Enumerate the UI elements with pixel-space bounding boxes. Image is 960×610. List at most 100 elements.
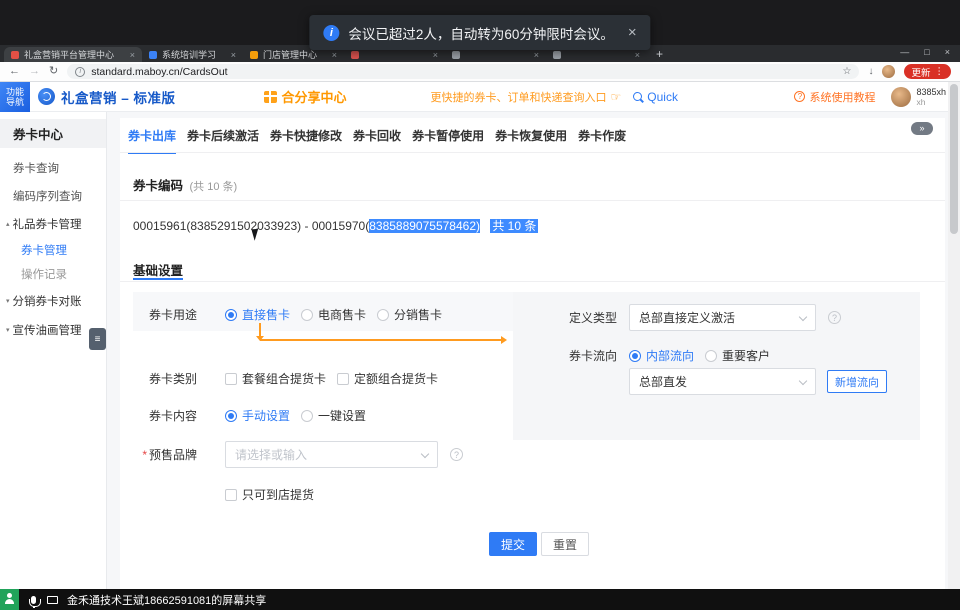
tab-close-icon[interactable]: × [130,50,135,60]
radio-icon[interactable] [301,410,313,422]
define-type-select[interactable]: 总部直接定义激活 [629,304,816,331]
tab-card-out[interactable]: 券卡出库 [128,127,176,154]
share-center-link[interactable]: 合分享中心 [264,87,347,106]
reset-button[interactable]: 重置 [541,532,589,556]
tab-favicon [149,51,157,59]
tab-close-icon[interactable]: × [332,50,337,60]
radio-important-customer[interactable]: 重要客户 [705,347,770,364]
radio-internal-flow[interactable]: 内部流向 [629,347,694,364]
sidebar-group-gift-card-mgmt[interactable]: ▴ 礼品券卡管理 [0,210,106,238]
sidebar-item-code-seq-query[interactable]: 编码序列查询 [0,182,106,210]
sidebar-item-card-query[interactable]: 券卡查询 [0,154,106,182]
brand-label: *预售品牌 [138,446,197,463]
help-icon[interactable]: ? [828,311,841,324]
tab-favicon [452,51,460,59]
submit-button[interactable]: 提交 [489,532,537,556]
checkbox-icon[interactable] [337,373,349,385]
category-row: 券卡类别 套餐组合提货卡 定额组合提货卡 [145,370,449,387]
tab-resume[interactable]: 券卡恢复使用 [495,127,567,154]
new-tab-button[interactable]: + [656,47,663,62]
content-card: 券卡出库 券卡后续激活 券卡快捷修改 券卡回收 券卡暂停使用 券卡恢复使用 券卡… [120,118,945,589]
flow-target-select[interactable]: 总部直发 [629,368,816,395]
download-icon[interactable]: ↓ [868,66,873,77]
checkbox-icon[interactable] [225,489,237,501]
code-count-badge: 共 10 条 [490,219,538,233]
option-label: 定额组合提货卡 [354,370,438,387]
minimize-icon[interactable]: — [900,47,909,57]
radio-icon[interactable] [301,309,313,321]
tab-favicon [553,51,561,59]
tab-quick-modify[interactable]: 券卡快捷修改 [270,127,342,154]
add-flow-button[interactable]: 新增流向 [827,370,887,393]
tab-title: 礼盒营销平台管理中心 [24,48,126,61]
promo-entry-link[interactable]: 更快捷的券卡、订单和快递查询入口 ☞ [431,89,622,105]
brand-row: *预售品牌 请选择或输入 ? [138,441,463,468]
option-label: 直接售卡 [242,306,290,323]
tab-close-icon[interactable]: × [433,50,438,60]
card-code-range: 00015961(8385291502033923) - 00015970(83… [133,217,538,234]
window-close-icon[interactable]: × [945,47,950,57]
browser-tab-1[interactable]: 礼盒营销平台管理中心 × [4,47,142,62]
option-label: 只可到店提货 [242,486,314,503]
microphone-icon[interactable] [31,596,36,604]
tab-void[interactable]: 券卡作废 [578,127,626,154]
browser-update-button[interactable]: 更新 ⋮ [904,64,951,79]
tab-recycle[interactable]: 券卡回收 [353,127,401,154]
sidebar-item-card-manage[interactable]: 券卡管理 [0,238,106,262]
browser-profile-avatar[interactable] [882,65,895,78]
toast-close-icon[interactable]: × [628,24,637,41]
bookmark-star-icon[interactable]: ☆ [843,66,852,77]
sidebar-group-label: 宣传油画管理 [13,322,82,338]
option-label: 套餐组合提货卡 [242,370,326,387]
radio-icon[interactable] [377,309,389,321]
checkbox-fixed-combo-pickup-card[interactable]: 定额组合提货卡 [337,370,438,387]
content-row: 券卡内容 手动设置 一键设置 [145,407,377,424]
radio-manual-set[interactable]: 手动设置 [225,407,290,424]
tab-favicon [11,51,19,59]
option-label: 分销售卡 [394,306,442,323]
app-logo-icon [38,88,55,105]
system-tutorial-link[interactable]: ? 系统使用教程 [794,89,875,105]
radio-icon[interactable] [629,350,641,362]
sidebar-group-distribution[interactable]: ▾ 分销券卡对账 [0,286,106,315]
scrollbar-thumb[interactable] [950,84,958,234]
presale-brand-select[interactable]: 请选择或输入 [225,441,438,468]
user-account[interactable]: 8385xh xh [891,87,946,107]
divider [120,281,945,282]
reload-icon[interactable]: ↻ [49,66,58,77]
flow-arrow-right-head [501,336,507,344]
help-icon[interactable]: ? [450,448,463,461]
window-controls: — □ × [900,47,950,57]
collapse-panel-button[interactable]: » [911,122,933,135]
user-sub: xh [916,97,946,107]
tab-close-icon[interactable]: × [231,50,236,60]
sidebar-group-label: 分销券卡对账 [13,293,82,309]
radio-direct-sale[interactable]: 直接售卡 [225,306,290,323]
radio-icon[interactable] [225,410,237,422]
browser-tab-2[interactable]: 系统培训学习 × [142,47,243,62]
flow-arrow-horizontal [260,339,501,341]
tab-suspend[interactable]: 券卡暂停使用 [412,127,484,154]
maximize-icon[interactable]: □ [924,47,929,57]
tab-followup-activate[interactable]: 券卡后续激活 [187,127,259,154]
radio-icon[interactable] [705,350,717,362]
question-circle-icon: ? [794,91,805,102]
function-nav-button[interactable]: 功能 导航 [0,82,30,112]
radio-icon[interactable] [225,309,237,321]
sidebar-item-op-record[interactable]: 操作记录 [0,262,106,286]
checkbox-combo-pickup-card[interactable]: 套餐组合提货卡 [225,370,326,387]
tab-close-icon[interactable]: × [534,50,539,60]
forward-icon[interactable]: → [29,66,40,77]
site-info-icon[interactable]: i [75,67,85,77]
back-icon[interactable]: ← [9,66,20,77]
url-text[interactable]: standard.maboy.cn/CardsOut [91,66,836,78]
url-bar[interactable]: i standard.maboy.cn/CardsOut ☆ [67,64,859,79]
checkbox-store-pickup-only[interactable]: 只可到店提货 [225,486,314,503]
radio-distribution-sale[interactable]: 分销售卡 [377,306,442,323]
tab-close-icon[interactable]: × [635,50,640,60]
radio-one-click-set[interactable]: 一键设置 [301,407,366,424]
radio-ecommerce-sale[interactable]: 电商售卡 [301,306,366,323]
checkbox-icon[interactable] [225,373,237,385]
quick-search[interactable]: Quick [633,90,678,104]
sidebar-drawer-toggle[interactable]: ≡ [89,328,106,350]
